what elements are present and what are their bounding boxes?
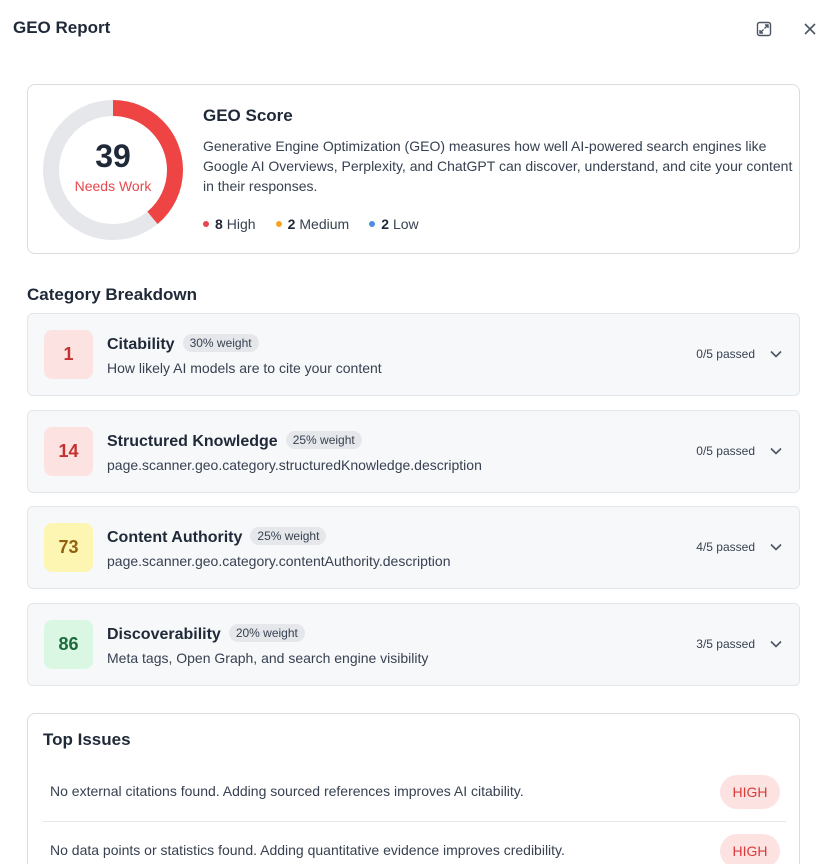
score-donut: 39 Needs Work bbox=[41, 98, 185, 242]
category-name: Structured Knowledge 25% weight bbox=[107, 431, 362, 451]
low-dot-icon bbox=[369, 221, 376, 227]
category-passed-count: 4/5 passed bbox=[696, 540, 755, 554]
issue-row: No external citations found. Adding sour… bbox=[43, 763, 786, 821]
page-title: GEO Report bbox=[13, 18, 111, 37]
score-title: GEO Score bbox=[203, 106, 293, 125]
expand-button[interactable] bbox=[753, 18, 775, 40]
issue-text: No external citations found. Adding sour… bbox=[50, 783, 524, 799]
category-name: Citability 30% weight bbox=[107, 334, 259, 354]
weight-badge: 25% weight bbox=[285, 431, 362, 449]
weight-badge: 20% weight bbox=[228, 624, 305, 642]
severity-badge: HIGH bbox=[720, 834, 780, 864]
score-status: Needs Work bbox=[74, 178, 152, 194]
category-name-text: Discoverability bbox=[107, 626, 221, 643]
severity-badge: HIGH bbox=[720, 775, 780, 809]
legend-low-label: Low bbox=[392, 216, 419, 232]
expand-icon bbox=[756, 21, 772, 37]
category-card-citability[interactable]: 1 Citability 30% weight How likely AI mod… bbox=[27, 313, 800, 396]
legend-low-count: 2 bbox=[381, 216, 389, 232]
category-description: page.scanner.geo.category.contentAuthori… bbox=[107, 553, 451, 569]
close-icon bbox=[804, 23, 816, 35]
report-header: GEO Report bbox=[0, 0, 831, 58]
category-score-badge: 86 bbox=[44, 620, 93, 669]
legend-medium-label: Medium bbox=[299, 216, 350, 232]
legend-medium: 2 Medium bbox=[275, 216, 350, 232]
legend-medium-count: 2 bbox=[287, 216, 296, 232]
category-score-badge: 1 bbox=[44, 330, 93, 379]
category-description: page.scanner.geo.category.structuredKnow… bbox=[107, 457, 482, 473]
issue-text: No data points or statistics found. Addi… bbox=[50, 842, 565, 858]
legend-low: 2 Low bbox=[369, 216, 419, 232]
close-button[interactable] bbox=[799, 18, 821, 40]
legend-high: 8 High bbox=[203, 216, 256, 232]
category-description: Meta tags, Open Graph, and search engine… bbox=[107, 650, 429, 666]
score-description: Generative Engine Optimization (GEO) mea… bbox=[203, 138, 793, 194]
chevron-down-icon[interactable] bbox=[769, 540, 783, 554]
category-name-text: Content Authority bbox=[107, 529, 243, 546]
category-passed-count: 0/5 passed bbox=[696, 347, 755, 361]
category-name-text: Structured Knowledge bbox=[107, 433, 278, 450]
category-score-badge: 14 bbox=[44, 427, 93, 476]
weight-badge: 30% weight bbox=[182, 334, 259, 352]
high-dot-icon bbox=[203, 221, 209, 227]
category-score-badge: 73 bbox=[44, 523, 93, 572]
top-issues-card: Top Issues No external citations found. … bbox=[27, 713, 800, 864]
chevron-down-icon[interactable] bbox=[769, 444, 783, 458]
medium-dot-icon bbox=[275, 221, 282, 227]
issue-row: No data points or statistics found. Addi… bbox=[43, 821, 786, 864]
category-description: How likely AI models are to cite your co… bbox=[107, 360, 382, 376]
category-card-discoverability[interactable]: 86 Discoverability 20% weight Meta tags, … bbox=[27, 603, 800, 686]
score-value: 39 bbox=[95, 138, 131, 174]
category-name-text: Citability bbox=[107, 336, 175, 353]
legend-high-label: High bbox=[226, 216, 256, 232]
category-card-structured-knowledge[interactable]: 14 Structured Knowledge 25% weight page.s… bbox=[27, 410, 800, 493]
top-issues-title: Top Issues bbox=[43, 730, 131, 749]
legend-high-count: 8 bbox=[215, 216, 223, 232]
geo-score-card: 39 Needs Work GEO Score Generative Engin… bbox=[27, 84, 800, 254]
chevron-down-icon[interactable] bbox=[769, 637, 783, 651]
category-name: Discoverability 20% weight bbox=[107, 624, 305, 644]
category-card-content-authority[interactable]: 73 Content Authority 25% weight page.scan… bbox=[27, 506, 800, 589]
category-name: Content Authority 25% weight bbox=[107, 527, 327, 547]
weight-badge: 25% weight bbox=[250, 527, 327, 545]
chevron-down-icon[interactable] bbox=[769, 347, 783, 361]
severity-legend: 8 High 2 Medium 2 Low bbox=[203, 216, 419, 232]
category-passed-count: 3/5 passed bbox=[696, 637, 755, 651]
category-breakdown-title: Category Breakdown bbox=[27, 285, 198, 304]
category-passed-count: 0/5 passed bbox=[696, 444, 755, 458]
